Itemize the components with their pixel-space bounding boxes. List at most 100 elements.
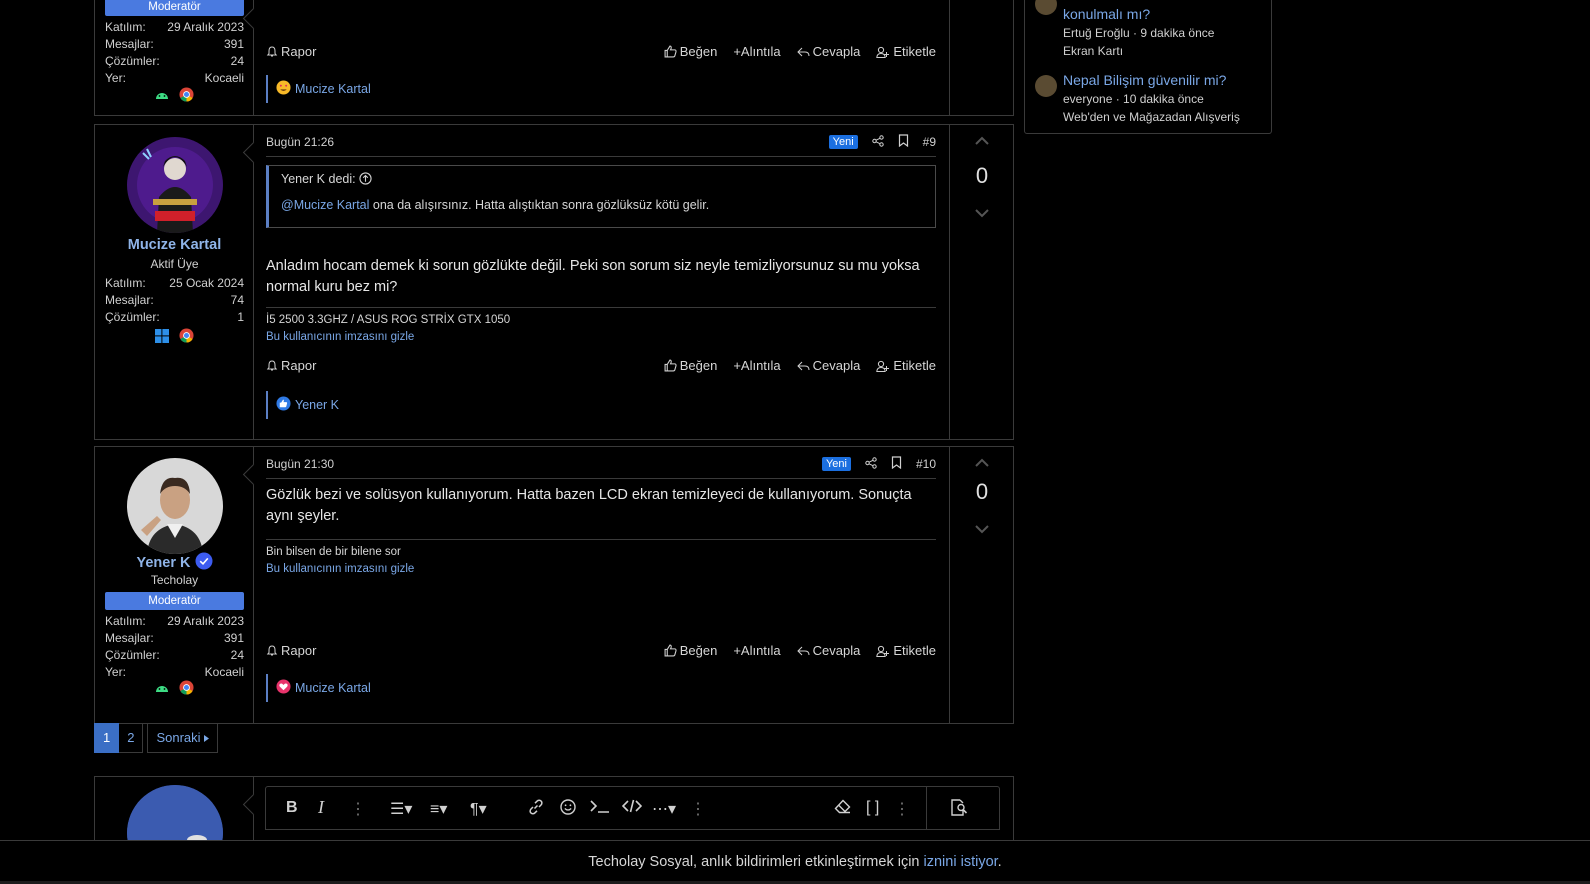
preview-icon[interactable] — [950, 799, 968, 821]
tag-button[interactable]: Etiketle — [876, 44, 936, 59]
share-icon[interactable] — [871, 134, 884, 150]
brackets-icon[interactable]: [ ] — [866, 799, 879, 817]
allow-notifications-link-2[interactable]: istiyor — [961, 854, 998, 870]
vote-down-icon[interactable] — [950, 205, 1014, 221]
eraser-icon[interactable] — [834, 799, 851, 819]
thread-forum[interactable]: Ekran Kartı — [1063, 42, 1268, 60]
moderator-badge: Moderatör — [105, 592, 244, 610]
reactions-bar[interactable]: Yener K — [266, 391, 339, 419]
editor-user-panel — [95, 777, 254, 881]
post-8: Moderatör Katılım: 29 Aralık 2023 Mesajla… — [94, 0, 1014, 116]
smiley-icon[interactable] — [560, 799, 576, 820]
username[interactable]: Mucize Kartal — [95, 237, 254, 253]
signature-text: İ5 2500 3.3GHZ / ASUS ROG STRİX GTX 1050 — [266, 314, 511, 326]
pagination: 1 2 Sonraki — [94, 723, 219, 753]
avatar[interactable] — [127, 137, 223, 233]
more-vertical-icon[interactable]: ⋮ — [350, 799, 366, 819]
bell-icon — [266, 644, 278, 655]
stat-joined: Katılım: 29 Aralık 2023 — [105, 20, 244, 34]
share-icon[interactable] — [865, 456, 877, 472]
report-button[interactable]: Rapor — [266, 643, 316, 658]
post-meta: Bugün 21:26 Yeni #9 — [266, 127, 936, 157]
user-tag-icon — [876, 645, 890, 657]
reaction-user-link[interactable]: Yener K — [295, 398, 339, 412]
report-button[interactable]: Rapor — [266, 358, 316, 373]
more-horizontal-icon[interactable]: ⋯▾ — [652, 799, 676, 819]
page-1-button[interactable]: 1 — [94, 723, 120, 753]
post-meta: Bugün 21:30 Yeni #10 — [266, 449, 936, 479]
avatar[interactable] — [1035, 0, 1057, 15]
bold-icon[interactable]: B — [286, 799, 298, 817]
avatar[interactable] — [127, 458, 223, 554]
tag-button[interactable]: Etiketle — [876, 643, 936, 658]
os-icons — [95, 87, 254, 105]
thumbs-up-icon — [664, 45, 677, 58]
tag-button[interactable]: Etiketle — [876, 358, 936, 373]
code-icon[interactable] — [621, 799, 643, 818]
quote-header[interactable]: Yener K dedi: — [281, 172, 923, 186]
stat-messages: Mesajlar: 391 — [105, 631, 244, 645]
thumbs-up-icon — [664, 359, 677, 372]
next-page-button[interactable]: Sonraki — [147, 723, 219, 753]
user-tag-icon — [876, 360, 890, 372]
heart-eyes-emoji-icon — [276, 80, 291, 98]
reaction-user-link[interactable]: Mucize Kartal — [295, 82, 371, 96]
reaction-user-link[interactable]: Mucize Kartal — [295, 681, 371, 695]
thread-meta: everyone · 10 dakika önce — [1063, 92, 1204, 106]
post-10: Yener K Techolay Moderatör Katılım: 29 Ar… — [94, 446, 1014, 724]
like-button[interactable]: Beğen — [664, 44, 717, 59]
bookmark-icon[interactable] — [898, 134, 909, 150]
reply-button[interactable]: Cevapla — [796, 44, 860, 59]
user-title: Techolay — [150, 573, 199, 587]
quote-button[interactable]: +Alıntıla — [733, 358, 780, 373]
vote-up-icon[interactable] — [950, 455, 1014, 471]
stat-solutions: Çözümler: 1 — [105, 310, 244, 324]
thread-forum[interactable]: Web'den ve Mağazadan Alışveriş — [1063, 108, 1268, 126]
post-date[interactable]: Bugün 21:26 — [266, 135, 334, 149]
vote-up-icon[interactable] — [950, 133, 1014, 149]
allow-notifications-link[interactable]: iznini — [924, 854, 957, 870]
hide-signature-link[interactable]: Bu kullanıcının imzasını gizle — [266, 329, 936, 346]
quote-button[interactable]: +Alıntıla — [733, 643, 780, 658]
avatar[interactable] — [1035, 75, 1057, 97]
bookmark-icon[interactable] — [891, 456, 902, 472]
thread-item: Nepal Bilişim güvenilir mi? everyone · 1… — [1063, 71, 1268, 126]
more-vertical-icon[interactable]: ⋮ — [894, 799, 910, 819]
terminal-icon[interactable] — [590, 799, 610, 818]
post-number[interactable]: #9 — [923, 135, 936, 149]
like-button[interactable]: Beğen — [664, 358, 717, 373]
heart-reaction-icon — [276, 679, 291, 697]
quote-button[interactable]: +Alıntıla — [733, 44, 780, 59]
thread-title[interactable]: konulmalı mı? — [1063, 5, 1268, 24]
android-icon — [155, 682, 169, 696]
more-vertical-icon[interactable]: ⋮ — [690, 799, 706, 819]
report-button[interactable]: Rapor — [266, 44, 316, 59]
thread-meta: Ertuğ Eroğlu · 9 dakika önce — [1063, 26, 1215, 40]
arrow-up-circle-icon[interactable] — [359, 172, 372, 186]
paragraph-icon[interactable]: ¶▾ — [470, 799, 487, 819]
page-2-button[interactable]: 2 — [119, 723, 144, 753]
reactions-bar[interactable]: Mucize Kartal — [266, 75, 371, 103]
list-icon[interactable]: ☰▾ — [390, 799, 412, 819]
reply-button[interactable]: Cevapla — [796, 358, 860, 373]
italic-icon[interactable]: I — [318, 797, 324, 818]
stat-solutions: Çözümler: 24 — [105, 54, 244, 68]
verified-icon — [195, 552, 213, 571]
reply-button[interactable]: Cevapla — [796, 643, 860, 658]
username-link[interactable]: Yener K — [136, 555, 190, 571]
vote-down-icon[interactable] — [950, 521, 1014, 537]
chrome-icon — [179, 87, 194, 105]
post-date[interactable]: Bugün 21:30 — [266, 457, 334, 471]
stat-joined: Katılım: 25 Ocak 2024 — [105, 276, 244, 290]
like-button[interactable]: Beğen — [664, 643, 717, 658]
vote-count: 0 — [975, 479, 989, 504]
reactions-bar[interactable]: Mucize Kartal — [266, 674, 371, 702]
post-number[interactable]: #10 — [916, 457, 936, 471]
vote-panel: 0 — [949, 125, 1013, 439]
link-icon[interactable] — [528, 799, 544, 820]
signature: İ5 2500 3.3GHZ / ASUS ROG STRİX GTX 1050… — [266, 307, 936, 346]
align-icon[interactable]: ≡▾ — [430, 799, 447, 819]
thread-title[interactable]: Nepal Bilişim güvenilir mi? — [1063, 71, 1268, 90]
hide-signature-link[interactable]: Bu kullanıcının imzasını gizle — [266, 561, 936, 578]
mention-link[interactable]: @Mucize Kartal — [281, 198, 369, 212]
